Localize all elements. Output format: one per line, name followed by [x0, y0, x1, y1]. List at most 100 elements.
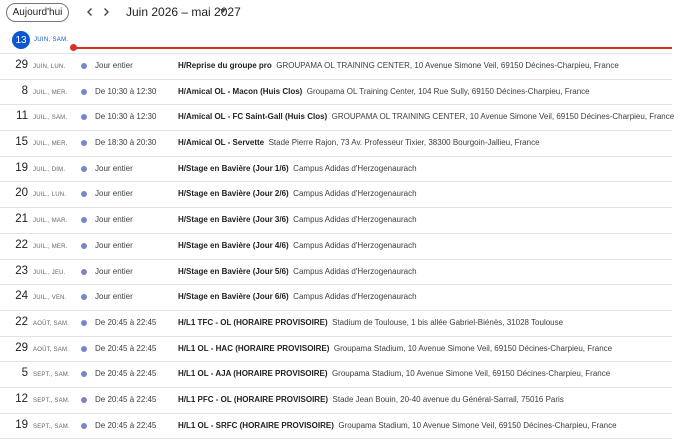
event-color-dot [81, 242, 87, 249]
event-location: GROUPAMA OL TRAINING CENTER, 10 Avenue S… [331, 112, 675, 122]
event-color-dot [81, 422, 87, 429]
event-description[interactable]: H/Amical OL - FC Saint-Gall (Huis Clos) … [178, 112, 674, 121]
event-title[interactable]: H/L1 OL - AJA (HORAIRE PROVISOIRE) [178, 369, 328, 378]
event-day-number[interactable]: 12 [0, 393, 28, 405]
event-day-number[interactable]: 21 [0, 213, 28, 225]
chevron-right-icon [104, 8, 109, 16]
event-row[interactable]: 29 AOÛT, SAM. De 20:45 à 22:45 H/L1 OL - HA… [0, 337, 672, 363]
event-color-dot [81, 319, 87, 326]
schedule-list: 13 JUIN, SAM. 29 JUIN, LUN. Jour entier H/R… [0, 28, 674, 440]
event-title[interactable]: H/L1 OL - SRFC (HORAIRE PROVISOIRE) [178, 421, 334, 430]
event-row[interactable]: 24 JUIL., VEN. Jour entier H/Stage en Baviè… [0, 285, 672, 311]
event-list: 29 JUIN, LUN. Jour entier H/Reprise du grou… [0, 54, 674, 440]
previous-period-button[interactable] [82, 4, 98, 20]
event-date-meta: JUIL., MER. [33, 89, 68, 96]
event-title[interactable]: H/Amical OL - Macon (Huis Clos) [178, 87, 302, 96]
event-day-number[interactable]: 19 [0, 419, 28, 431]
event-date-meta: JUIL., LUN. [33, 192, 67, 199]
current-time-line [74, 47, 672, 49]
event-description[interactable]: H/Stage en Bavière (Jour 3/6) Campus Adi… [178, 215, 417, 224]
event-description[interactable]: H/Amical OL - Servette Stade Pierre Rajo… [178, 138, 540, 147]
event-date-meta: SEPT., SAM. [33, 397, 70, 404]
event-day-number[interactable]: 20 [0, 187, 28, 199]
event-row[interactable]: 19 SEPT., SAM. De 20:45 à 22:45 H/L1 OL - S… [0, 414, 672, 440]
event-date-meta: AOÛT, SAM. [33, 320, 70, 327]
event-time: De 20:45 à 22:45 [95, 394, 157, 404]
caret-down-icon[interactable] [220, 9, 226, 13]
event-row[interactable]: 23 JUIL., JEU. Jour entier H/Stage en Baviè… [0, 260, 672, 286]
event-description[interactable]: H/L1 TFC - OL (HORAIRE PROVISOIRE) Stadi… [178, 318, 563, 327]
event-title[interactable]: H/Amical OL - Servette [178, 138, 264, 147]
event-row[interactable]: 22 JUIL., MER. Jour entier H/Stage en Baviè… [0, 234, 672, 260]
event-description[interactable]: H/Stage en Bavière (Jour 1/6) Campus Adi… [178, 164, 417, 173]
event-location: Campus Adidas d'Herzogenaurach [293, 240, 417, 250]
event-time: De 20:45 à 22:45 [95, 343, 157, 353]
event-time: Jour entier [95, 215, 133, 225]
event-date-meta: JUIN, LUN. [33, 64, 66, 70]
event-description[interactable]: H/L1 PFC - OL (HORAIRE PROVISOIRE) Stade… [178, 395, 564, 404]
event-date-meta: AOÛT, SAM. [33, 346, 70, 353]
event-title[interactable]: H/Stage en Bavière (Jour 3/6) [178, 215, 289, 224]
event-description[interactable]: H/L1 OL - SRFC (HORAIRE PROVISOIRE) Grou… [178, 421, 617, 430]
event-description[interactable]: H/Stage en Bavière (Jour 2/6) Campus Adi… [178, 189, 417, 198]
event-location: Campus Adidas d'Herzogenaurach [293, 163, 417, 173]
event-description[interactable]: H/Stage en Bavière (Jour 4/6) Campus Adi… [178, 241, 417, 250]
event-time: De 20:45 à 22:45 [95, 317, 157, 327]
event-day-number[interactable]: 24 [0, 290, 28, 302]
event-location: GROUPAMA OL TRAINING CENTER, 10 Avenue S… [276, 61, 619, 70]
event-title[interactable]: H/Stage en Bavière (Jour 4/6) [178, 241, 289, 250]
event-row[interactable]: 19 JUIL., DIM. Jour entier H/Stage en Baviè… [0, 157, 672, 183]
event-location: Stade Pierre Rajon, 73 Av. Professeur Ti… [268, 138, 540, 148]
event-row[interactable]: 8 JUIL., MER. De 10:30 à 12:30 H/Amical OL … [0, 80, 672, 106]
event-title[interactable]: H/L1 OL - HAC (HORAIRE PROVISOIRE) [178, 344, 329, 353]
event-date-meta: JUIL., VEN. [33, 295, 67, 302]
event-title[interactable]: H/L1 PFC - OL (HORAIRE PROVISOIRE) [178, 395, 328, 404]
event-day-number[interactable]: 19 [0, 162, 28, 174]
event-row[interactable]: 15 JUIL., MER. De 18:30 à 20:30 H/Amical OL… [0, 131, 672, 157]
event-day-number[interactable]: 8 [0, 85, 28, 97]
event-title[interactable]: H/Stage en Bavière (Jour 6/6) [178, 292, 289, 301]
event-description[interactable]: H/L1 OL - HAC (HORAIRE PROVISOIRE) Group… [178, 344, 612, 353]
today-button[interactable]: Aujourd'hui [6, 3, 69, 22]
today-row: 13 JUIN, SAM. [0, 28, 672, 54]
event-row[interactable]: 29 JUIN, LUN. Jour entier H/Reprise du grou… [0, 54, 672, 80]
event-location: Groupama OL Training Center, 104 Rue Sul… [306, 86, 590, 96]
event-row[interactable]: 21 JUIL., MAR. Jour entier H/Stage en Baviè… [0, 208, 672, 234]
event-location: Groupama Stadium, 10 Avenue Simone Veil,… [331, 369, 611, 379]
event-day-number[interactable]: 29 [0, 59, 28, 71]
next-period-button[interactable] [98, 4, 114, 20]
event-row[interactable]: 5 SEPT., SAM. De 20:45 à 22:45 H/L1 OL - AJ… [0, 362, 672, 388]
event-title[interactable]: H/Stage en Bavière (Jour 1/6) [178, 164, 289, 173]
event-day-number[interactable]: 29 [0, 342, 28, 354]
event-title[interactable]: H/Amical OL - FC Saint-Gall (Huis Clos) [178, 112, 327, 121]
today-date-badge[interactable]: 13 [12, 31, 30, 49]
scrollbar[interactable] [674, 28, 680, 440]
event-color-dot [81, 371, 87, 378]
event-row[interactable]: 12 SEPT., SAM. De 20:45 à 22:45 H/L1 PFC - … [0, 388, 672, 414]
event-title[interactable]: H/Stage en Bavière (Jour 2/6) [178, 189, 289, 198]
event-description[interactable]: H/Stage en Bavière (Jour 6/6) Campus Adi… [178, 292, 417, 301]
event-title[interactable]: H/Stage en Bavière (Jour 5/6) [178, 267, 289, 276]
event-description[interactable]: H/Reprise du groupe pro GROUPAMA OL TRAI… [178, 61, 619, 70]
event-day-number[interactable]: 22 [0, 239, 28, 251]
event-location: Stadium de Toulouse, 1 bis allée Gabriel… [332, 317, 564, 327]
event-time: Jour entier [95, 61, 133, 70]
event-day-number[interactable]: 11 [0, 110, 28, 122]
event-day-number[interactable]: 22 [0, 316, 28, 328]
event-description[interactable]: H/Amical OL - Macon (Huis Clos) Groupama… [178, 87, 590, 96]
event-location: Campus Adidas d'Herzogenaurach [293, 266, 417, 276]
event-row[interactable]: 11 JUIL., SAM. De 10:30 à 12:30 H/Amical OL… [0, 105, 674, 132]
event-description[interactable]: H/L1 OL - AJA (HORAIRE PROVISOIRE) Group… [178, 369, 610, 378]
event-title[interactable]: H/Reprise du groupe pro [178, 61, 272, 70]
event-title[interactable]: H/L1 TFC - OL (HORAIRE PROVISOIRE) [178, 318, 328, 327]
event-description[interactable]: H/Stage en Bavière (Jour 5/6) Campus Adi… [178, 267, 417, 276]
event-day-number[interactable]: 23 [0, 265, 28, 277]
event-location: Campus Adidas d'Herzogenaurach [293, 215, 417, 225]
event-row[interactable]: 22 AOÛT, SAM. De 20:45 à 22:45 H/L1 TFC - O… [0, 311, 672, 337]
event-color-dot [81, 114, 87, 121]
event-color-dot [81, 268, 87, 275]
event-day-number[interactable]: 5 [0, 367, 28, 379]
event-day-number[interactable]: 15 [0, 136, 28, 148]
event-date-meta: JUIL., MAR. [33, 218, 68, 225]
event-row[interactable]: 20 JUIL., LUN. Jour entier H/Stage en Baviè… [0, 182, 672, 209]
